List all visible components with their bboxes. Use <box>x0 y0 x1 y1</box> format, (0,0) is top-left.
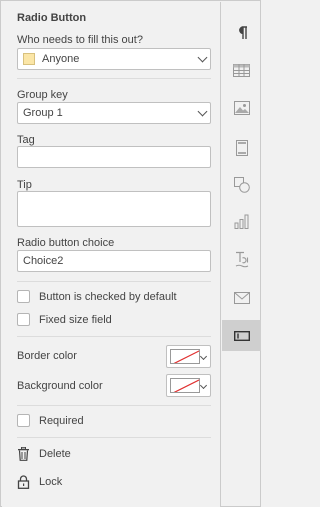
border-color-label: Border color <box>17 350 77 362</box>
delete-label: Delete <box>39 448 71 460</box>
role-color-swatch <box>23 53 35 65</box>
group-key-value: Group 1 <box>23 107 63 119</box>
header-footer-settings-tab[interactable] <box>222 132 261 163</box>
trash-icon <box>18 447 29 461</box>
group-key-label: Group key <box>17 89 68 101</box>
group-key-select[interactable]: Group 1 <box>17 102 211 124</box>
background-color-picker[interactable] <box>166 374 211 397</box>
chart-icon <box>234 214 249 229</box>
divider <box>17 78 211 79</box>
who-fill-value: Anyone <box>42 53 80 65</box>
tag-input[interactable] <box>17 146 211 168</box>
header-footer-icon <box>235 139 248 156</box>
radio-choice-input[interactable]: Choice2 <box>17 250 211 272</box>
shape-settings-tab[interactable] <box>222 169 261 200</box>
checked-by-default-label: Button is checked by default <box>39 290 177 303</box>
mail-merge-settings-tab[interactable] <box>222 282 261 313</box>
tip-label: Tip <box>17 179 32 191</box>
table-icon <box>233 64 250 77</box>
checkbox-box[interactable] <box>17 414 30 427</box>
image-icon <box>233 100 250 115</box>
checkbox-box[interactable] <box>17 313 30 326</box>
radio-choice-value: Choice2 <box>23 255 64 267</box>
no-color-icon <box>170 378 200 393</box>
delete-button[interactable]: Delete <box>17 447 71 461</box>
mail-merge-icon <box>233 291 250 304</box>
chevron-down-icon <box>199 352 208 361</box>
lock-icon <box>17 475 30 489</box>
checkbox-box[interactable] <box>17 290 30 303</box>
text-art-icon <box>235 251 248 268</box>
no-color-icon <box>170 349 200 364</box>
paragraph-settings-tab[interactable] <box>222 17 261 48</box>
border-color-picker[interactable] <box>166 345 211 368</box>
radio-choice-label: Radio button choice <box>17 237 115 249</box>
divider <box>17 281 211 282</box>
chevron-down-icon <box>197 106 208 117</box>
tag-label: Tag <box>17 134 35 146</box>
required-checkbox[interactable]: Required <box>17 414 84 427</box>
lock-button[interactable]: Lock <box>17 475 62 489</box>
form-field-icon <box>233 330 250 341</box>
paragraph-icon <box>238 25 247 39</box>
divider <box>17 336 211 337</box>
required-label: Required <box>39 414 84 427</box>
text-art-settings-tab[interactable] <box>222 244 261 275</box>
tip-textarea[interactable] <box>17 191 211 227</box>
chevron-down-icon <box>197 52 208 63</box>
panel-title: Radio Button <box>17 12 87 24</box>
shape-icon <box>233 176 250 193</box>
radio-button-settings-panel: Radio Button Who needs to fill this out?… <box>2 2 221 507</box>
background-color-label: Background color <box>17 380 103 392</box>
table-settings-tab[interactable] <box>222 55 261 86</box>
who-fill-select[interactable]: Anyone <box>17 48 211 70</box>
who-fill-label: Who needs to fill this out? <box>17 34 143 46</box>
checked-by-default-checkbox[interactable]: Button is checked by default <box>17 290 177 303</box>
form-field-settings-tab[interactable] <box>222 320 261 351</box>
divider <box>17 437 211 438</box>
divider <box>17 405 211 406</box>
fixed-size-label: Fixed size field <box>39 313 112 326</box>
right-panel-frame: Radio Button Who needs to fill this out?… <box>0 0 261 507</box>
chevron-down-icon <box>199 381 208 390</box>
lock-label: Lock <box>39 476 63 488</box>
right-toolbar <box>222 2 261 507</box>
fixed-size-checkbox[interactable]: Fixed size field <box>17 313 112 326</box>
chart-settings-tab[interactable] <box>222 206 261 237</box>
image-settings-tab[interactable] <box>222 92 261 123</box>
